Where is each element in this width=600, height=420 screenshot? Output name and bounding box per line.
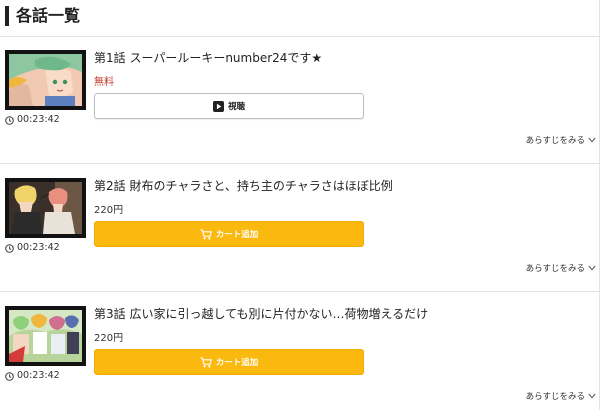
clock-icon	[5, 371, 14, 381]
episode-thumbnail[interactable]	[5, 178, 86, 238]
chevron-down-icon	[588, 137, 596, 143]
duration-text: 00:23:42	[17, 114, 60, 125]
play-icon	[212, 100, 224, 112]
watch-button-label: 視聴	[227, 102, 245, 112]
synopsis-toggle[interactable]: あらすじをみる	[526, 262, 596, 274]
episode-item-3: 00:23:42 第3話 広い家に引っ越しても別に片付かない…荷物増えるだけ 2…	[0, 292, 600, 420]
cart-button-label: カート追加	[215, 358, 259, 368]
add-to-cart-button[interactable]: カート追加	[94, 221, 364, 247]
chevron-down-icon	[588, 265, 596, 271]
episode-price: 220円	[94, 205, 124, 216]
section-title: 各話一覧	[16, 6, 81, 25]
watch-button[interactable]: 視聴	[94, 93, 364, 119]
header-accent-bar	[5, 6, 9, 26]
add-to-cart-button[interactable]: カート追加	[94, 349, 364, 375]
synopsis-toggle[interactable]: あらすじをみる	[526, 390, 596, 402]
chevron-down-icon	[588, 393, 596, 399]
episode-price: 220円	[94, 333, 124, 344]
duration-text: 00:23:42	[17, 242, 60, 253]
section-header: 各話一覧	[0, 0, 600, 37]
clock-icon	[5, 115, 14, 125]
synopsis-label: あらすじをみる	[525, 136, 585, 146]
episode-duration: 00:23:42	[5, 370, 60, 382]
cart-icon	[200, 228, 212, 239]
episode-duration: 00:23:42	[5, 242, 60, 254]
episode-price: 無料	[94, 77, 114, 88]
synopsis-label: あらすじをみる	[525, 392, 585, 402]
episode-title[interactable]: 第2話 財布のチャラさと、持ち主のチャラさはほぼ比例	[94, 178, 393, 194]
synopsis-toggle[interactable]: あらすじをみる	[526, 134, 596, 146]
episode-thumbnail[interactable]	[5, 306, 86, 366]
episode-title[interactable]: 第3話 広い家に引っ越しても別に片付かない…荷物増えるだけ	[94, 306, 428, 322]
clock-icon	[5, 243, 14, 253]
synopsis-label: あらすじをみる	[525, 264, 585, 274]
episode-title[interactable]: 第1話 スーパールーキーnumber24です★	[94, 50, 322, 66]
episode-thumbnail[interactable]	[5, 50, 86, 110]
cart-icon	[200, 356, 212, 367]
episode-duration: 00:23:42	[5, 114, 60, 126]
cart-button-label: カート追加	[215, 230, 259, 240]
episode-item-2: 00:23:42 第2話 財布のチャラさと、持ち主のチャラさはほぼ比例 220円…	[0, 164, 600, 292]
duration-text: 00:23:42	[17, 370, 60, 381]
episode-item-1: 00:23:42 第1話 スーパールーキーnumber24です★ 無料 視聴 あ…	[0, 36, 600, 164]
